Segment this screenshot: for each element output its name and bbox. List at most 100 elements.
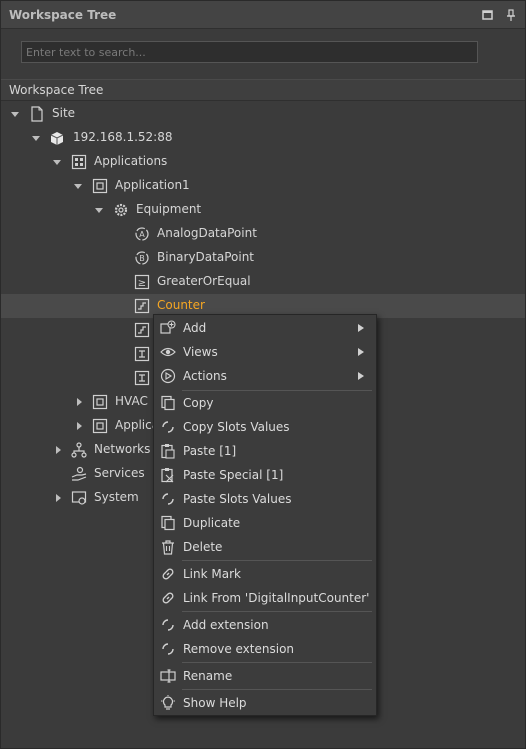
tree-item-greater[interactable]: ≥ GreaterOrEqual (1, 270, 525, 294)
analog-datapoint-icon: A (135, 227, 149, 241)
paste-icon (161, 444, 175, 459)
panel-title: Workspace Tree (9, 8, 117, 22)
counter-block-icon (134, 298, 150, 314)
lightbulb-icon (161, 695, 175, 710)
counter-block-icon (134, 322, 150, 338)
search-input[interactable] (22, 42, 477, 62)
menu-item-rename[interactable]: Rename (154, 664, 376, 688)
binary-datapoint-icon: B (135, 251, 149, 265)
context-menu: Add Views Actions Copy Copy Slots Values… (153, 314, 377, 716)
block-icon (134, 346, 150, 362)
menu-item-label: Views (183, 345, 218, 359)
menu-item-show-help[interactable]: Show Help (154, 691, 376, 715)
menu-separator (182, 611, 372, 612)
menu-item-copy[interactable]: Copy (154, 391, 376, 415)
tree-item-equipment[interactable]: Equipment (1, 198, 525, 222)
application-icon (92, 394, 108, 410)
tree-item-label: AnalogDataPoint (157, 226, 257, 240)
link-icon (162, 592, 174, 604)
collapse-arrow-icon[interactable] (54, 446, 62, 454)
menu-item-add-extension[interactable]: Add extension (154, 613, 376, 637)
tree-item-label: GreaterOrEqual (157, 274, 251, 288)
expand-arrow-icon[interactable] (11, 110, 19, 118)
tree-item-device[interactable]: 192.168.1.52:88 (1, 126, 525, 150)
menu-item-label: Copy (183, 396, 214, 410)
menu-item-label: Add extension (183, 618, 269, 632)
circular-arrows-icon (162, 493, 174, 505)
tree-item-label: Counter (157, 298, 205, 312)
menu-item-remove-extension[interactable]: Remove extension (154, 637, 376, 661)
tree-item-label: BinaryDataPoint (157, 250, 255, 264)
expand-arrow-icon[interactable] (53, 158, 61, 166)
tree-item-label: Equipment (136, 202, 202, 216)
menu-item-views[interactable]: Views (154, 340, 376, 364)
menu-item-add[interactable]: Add (154, 316, 376, 340)
tree-item-label: HVAC (115, 394, 148, 408)
menu-separator (182, 689, 372, 690)
rename-icon (160, 669, 176, 683)
network-icon (71, 442, 87, 458)
expand-arrow-icon[interactable] (95, 206, 103, 214)
pin-icon[interactable] (504, 8, 518, 22)
menu-item-paste-special[interactable]: Paste Special [1] (154, 463, 376, 487)
submenu-arrow-icon (358, 324, 364, 332)
tree-item-label: Applications (94, 154, 168, 168)
menu-item-label: Delete (183, 540, 223, 554)
menu-item-duplicate[interactable]: Duplicate (154, 511, 376, 535)
tree-item-binary[interactable]: B BinaryDataPoint (1, 246, 525, 270)
tree-item-label: Application1 (115, 178, 190, 192)
server-cube-icon (50, 132, 64, 145)
panel-titlebar: Workspace Tree (1, 1, 525, 29)
menu-item-label: Paste Slots Values (183, 492, 292, 506)
tree-item-analog[interactable]: A AnalogDataPoint (1, 222, 525, 246)
menu-item-label: Link Mark (183, 567, 241, 581)
collapse-arrow-icon[interactable] (75, 422, 83, 430)
application-icon (92, 418, 108, 434)
menu-item-label: Paste Special [1] (183, 468, 284, 482)
submenu-arrow-icon (358, 348, 364, 356)
menu-item-label: Remove extension (183, 642, 295, 656)
circular-arrows-icon (162, 421, 174, 433)
search-box[interactable] (21, 41, 478, 63)
menu-item-actions[interactable]: Actions (154, 364, 376, 388)
tree-item-label: Networks (94, 442, 151, 456)
menu-item-link-from[interactable]: Link From 'DigitalInputCounter' (154, 586, 376, 610)
svg-text:B: B (139, 254, 145, 263)
menu-item-link-mark[interactable]: Link Mark (154, 562, 376, 586)
paste-special-icon (161, 468, 174, 483)
document-icon (31, 106, 43, 122)
menu-item-label: Add (183, 321, 207, 335)
tree-item-application1[interactable]: Application1 (1, 174, 525, 198)
submenu-arrow-icon (358, 372, 364, 380)
menu-separator (182, 662, 372, 663)
tree-item-label: 192.168.1.52:88 (73, 130, 173, 144)
tree-item-label: Site (52, 106, 76, 120)
menu-item-label: Paste [1] (183, 444, 237, 458)
menu-separator (182, 560, 372, 561)
expand-arrow-icon[interactable] (32, 134, 40, 142)
menu-item-label: Link From 'DigitalInputCounter' (183, 591, 370, 605)
restore-icon[interactable] (481, 8, 495, 22)
workspace-tree-panel: Workspace Tree Workspace Tree Site 192.1… (0, 0, 526, 749)
tree-item-applications[interactable]: Applications (1, 150, 525, 174)
duplicate-icon (161, 515, 175, 531)
collapse-arrow-icon[interactable] (75, 398, 83, 406)
menu-item-paste-slots[interactable]: Paste Slots Values (154, 487, 376, 511)
services-hand-icon (71, 466, 87, 481)
block-icon (134, 370, 150, 386)
expand-arrow-icon[interactable] (74, 182, 82, 190)
menu-item-label: Duplicate (183, 516, 241, 530)
menu-item-delete[interactable]: Delete (154, 535, 376, 559)
menu-item-label: Copy Slots Values (183, 420, 290, 434)
tree-item-label: Services (94, 466, 145, 480)
applications-grid-icon (71, 154, 87, 170)
menu-item-paste[interactable]: Paste [1] (154, 439, 376, 463)
gear-icon (114, 203, 128, 217)
svg-text:A: A (139, 230, 145, 239)
tree-item-site[interactable]: Site (1, 102, 525, 126)
collapse-arrow-icon[interactable] (54, 494, 62, 502)
system-settings-icon (71, 491, 87, 505)
menu-item-label: Actions (183, 369, 227, 383)
add-block-icon (160, 320, 176, 334)
menu-item-copy-slots[interactable]: Copy Slots Values (154, 415, 376, 439)
